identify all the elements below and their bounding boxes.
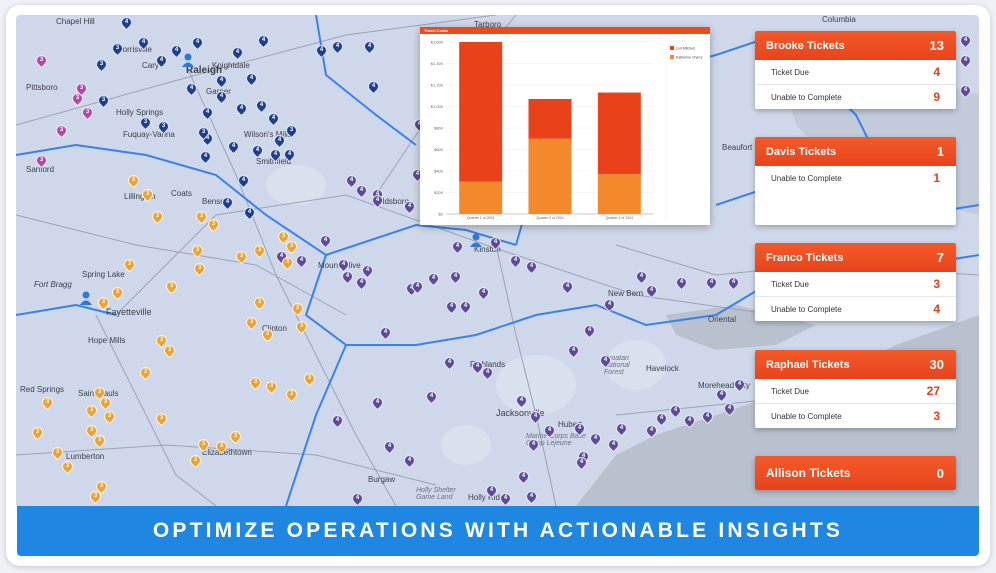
- x-tick-label: Quarter 3 of 2024: [536, 216, 563, 220]
- ticket-card-total: 7: [936, 250, 944, 265]
- ticket-row: Ticket Due 27: [755, 379, 956, 404]
- ticket-row-label: Unable to Complete: [771, 411, 842, 421]
- ticket-card-title: Allison Tickets: [766, 466, 851, 480]
- city-label: Oriental: [708, 315, 737, 324]
- ticket-card-davis[interactable]: Davis Tickets 1 Unable to Complete 1: [755, 137, 956, 225]
- ticket-card-title: Davis Tickets: [766, 145, 837, 158]
- ticket-row-label: Unable to Complete: [771, 92, 842, 102]
- ticket-row-value: 1: [933, 171, 940, 185]
- y-tick-label: $0: [439, 212, 444, 217]
- ticket-row-label: Unable to Complete: [771, 304, 842, 314]
- map-area-label: Holly Shelter Game Land: [416, 487, 456, 501]
- legend-swatch: [670, 55, 674, 59]
- ticket-card-header: Davis Tickets 1: [755, 137, 956, 166]
- ticket-row-value: 3: [933, 277, 940, 291]
- legend-swatch: [670, 46, 674, 50]
- city-label: Havelock: [646, 364, 679, 373]
- y-tick-label: $200: [434, 190, 444, 195]
- bar-segment: [597, 92, 641, 175]
- ticket-card-header: Franco Tickets 7: [755, 243, 956, 272]
- ticket-row-value: 3: [933, 409, 940, 423]
- ticket-card-allison[interactable]: Allison Tickets 0: [755, 456, 956, 490]
- ticket-row: Ticket Due 3: [755, 272, 956, 297]
- bar-segment: [459, 42, 503, 182]
- y-tick-label: $1,600: [431, 40, 444, 45]
- ticket-row: Unable to Complete 1: [755, 166, 956, 190]
- chart-title: Travel Costs: [420, 27, 710, 34]
- ticket-row-value: 4: [933, 65, 940, 79]
- person-marker-icon[interactable]: [80, 291, 92, 305]
- ticket-card-total: 30: [929, 357, 944, 372]
- ticket-row-label: Ticket Due: [771, 386, 809, 396]
- person-marker-icon[interactable]: [470, 233, 482, 247]
- y-tick-label: $1,000: [431, 104, 444, 109]
- city-label: Burgaw: [368, 475, 396, 484]
- ticket-row: Unable to Complete 9: [755, 85, 956, 109]
- ticket-card-franco[interactable]: Franco Tickets 7 Ticket Due 3 Unable to …: [755, 243, 956, 321]
- ticket-row-value: 9: [933, 90, 940, 104]
- ticket-card-header: Raphael Tickets 30: [755, 350, 956, 379]
- city-label: Hope Mills: [88, 336, 126, 345]
- legend-label: Lori Mitchell: [676, 47, 695, 51]
- y-tick-label: $800: [434, 126, 444, 131]
- x-tick-label: Quarter 4 of 2024: [606, 216, 633, 220]
- bar-segment: [459, 181, 503, 214]
- city-label: Fayetteville: [106, 307, 152, 317]
- y-tick-label: $400: [434, 169, 444, 174]
- city-label: Chapel Hill: [56, 17, 95, 26]
- ticket-row-label: Ticket Due: [771, 279, 809, 289]
- ticket-card-title: Brooke Tickets: [766, 39, 845, 52]
- city-label: Fort Bragg: [34, 280, 72, 289]
- city-label: Fuquay-Varina: [123, 130, 175, 139]
- ticket-row-value: 27: [926, 384, 940, 398]
- ticket-card-total: 0: [936, 465, 944, 481]
- city-label: Elizabethtown: [202, 448, 252, 457]
- ticket-row: Unable to Complete 4: [755, 297, 956, 321]
- y-tick-label: $1,400: [431, 61, 444, 66]
- bar-segment: [528, 98, 572, 139]
- bar-segment: [597, 174, 641, 214]
- ticket-card-title: Franco Tickets: [766, 251, 844, 264]
- travel-costs-chart-card[interactable]: Travel Costs $0 $200 $400 $600 $800 $1,000 $1,…: [420, 27, 710, 225]
- x-tick-label: Quarter 1 of 2024: [467, 216, 494, 220]
- ticket-row-value: 4: [933, 302, 940, 316]
- city-label: Holly Springs: [116, 108, 164, 117]
- bar-segment: [528, 138, 572, 214]
- city-label: Columbia: [822, 15, 856, 24]
- ticket-card-brooke[interactable]: Brooke Tickets 13 Ticket Due 4 Unable to…: [755, 31, 956, 109]
- ticket-card-total: 1: [936, 144, 944, 159]
- stacked-bar-chart: $0 $200 $400 $600 $800 $1,000 $1,200 $1,400 $1,6…: [431, 40, 703, 220]
- ticket-row: Ticket Due 4: [755, 60, 956, 85]
- y-tick-label: $600: [434, 147, 444, 152]
- legend-label: Katherine Cherry: [676, 56, 703, 60]
- ticket-card-total: 13: [929, 38, 944, 53]
- city-label: Knightdale: [212, 61, 250, 70]
- city-label: Lumberton: [66, 452, 105, 461]
- person-marker-icon[interactable]: [182, 53, 194, 67]
- tagline-banner: OPTIMIZE OPERATIONS WITH ACTIONABLE INSI…: [17, 506, 979, 556]
- ticket-card-title: Raphael Tickets: [766, 358, 850, 371]
- city-label: Red Springs: [20, 385, 65, 394]
- city-label: Coats: [171, 189, 192, 198]
- ticket-row-label: Ticket Due: [771, 67, 809, 77]
- y-tick-label: $1,200: [431, 83, 444, 88]
- ticket-row-label: Unable to Complete: [771, 173, 842, 183]
- city-label: Spring Lake: [82, 270, 125, 279]
- ticket-row: Unable to Complete 3: [755, 404, 956, 428]
- city-label: New Bern: [608, 289, 644, 298]
- ticket-card-header: Brooke Tickets 13: [755, 31, 956, 60]
- city-label: Beaufort: [722, 143, 753, 152]
- ticket-card-header: Allison Tickets 0: [755, 456, 956, 490]
- ticket-card-raphael[interactable]: Raphael Tickets 30 Ticket Due 27 Unable …: [755, 350, 956, 428]
- city-label: Pittsboro: [26, 83, 58, 92]
